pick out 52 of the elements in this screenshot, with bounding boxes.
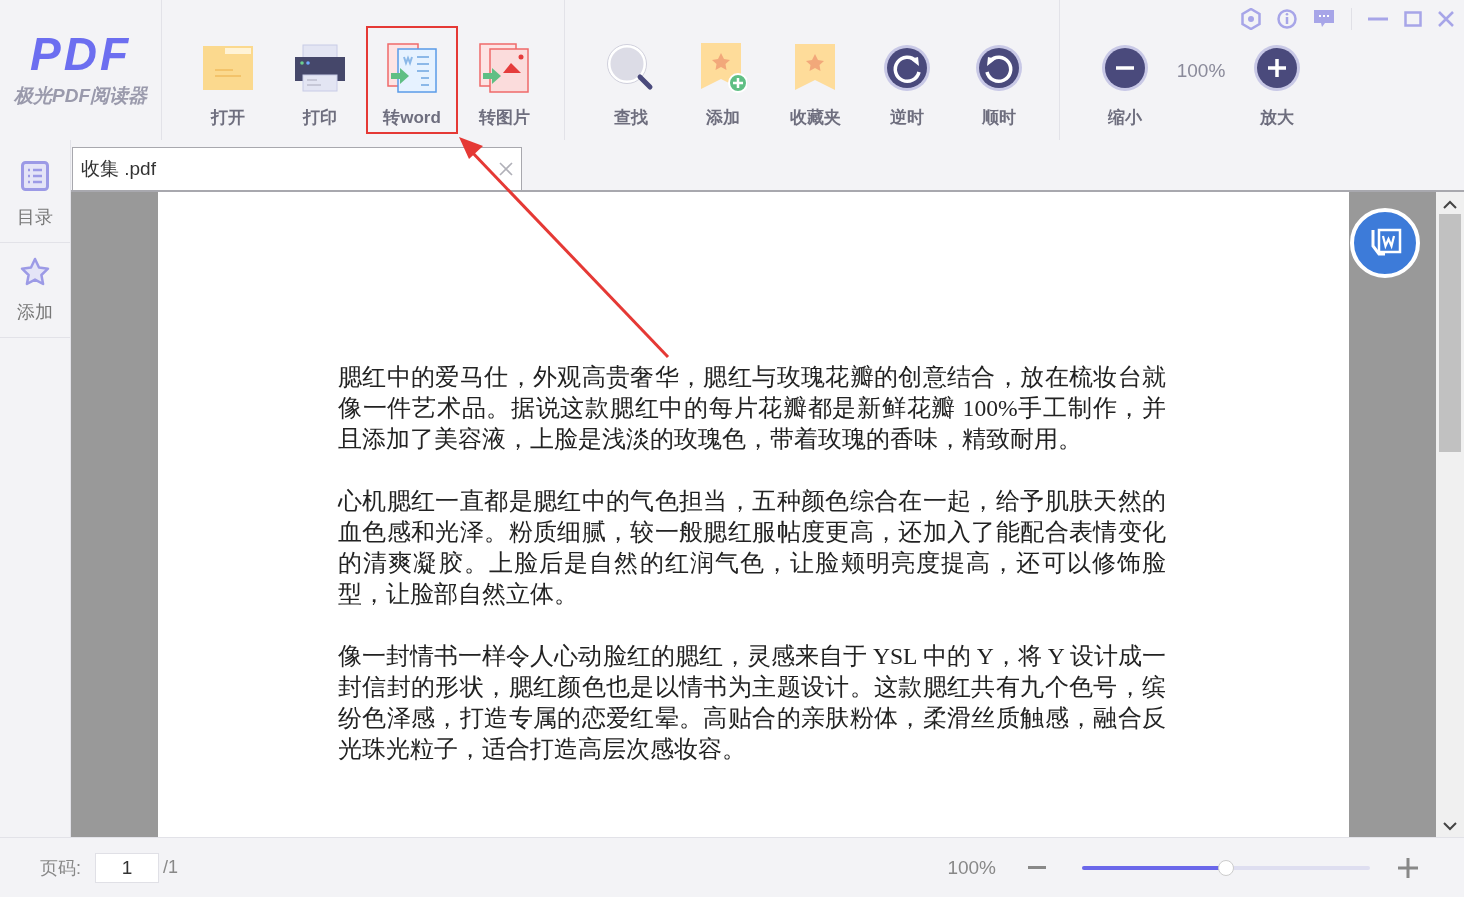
toolbar-button[interactable]: 打印 (274, 26, 366, 134)
document-tab[interactable]: 收集 .pdf (72, 147, 522, 190)
document-convert-icon (387, 43, 437, 93)
scroll-down-icon[interactable] (1443, 821, 1457, 831)
toolbar-button[interactable]: 缩小 (1087, 26, 1163, 134)
plus-icon (1398, 857, 1418, 878)
scrollbar-thumb[interactable] (1439, 214, 1461, 452)
toolbar-button[interactable]: 转图片 (458, 26, 550, 134)
toolbar-button[interactable]: 收藏夹 (769, 26, 861, 134)
search-icon (607, 44, 655, 92)
minus-icon (1028, 866, 1046, 869)
toolbar-button[interactable]: 逆时 (861, 26, 953, 134)
toolbar-button[interactable]: 打开 (182, 26, 274, 134)
close-icon[interactable] (1438, 11, 1454, 27)
slider-thumb[interactable] (1218, 859, 1234, 876)
zoom-level: 100% (947, 856, 996, 879)
sidebar-item[interactable]: 目录 (0, 148, 70, 243)
maximize-icon[interactable] (1404, 11, 1422, 27)
feedback-icon[interactable] (1313, 9, 1335, 29)
bookmark-add-icon (699, 43, 747, 93)
toolbar-button[interactable]: 顺时 (953, 26, 1045, 134)
zoom-out-icon (1101, 44, 1149, 92)
page-input[interactable]: 1 (95, 852, 159, 883)
zoom-in-button[interactable] (1398, 857, 1418, 878)
zoom-in-icon (1253, 44, 1301, 92)
toolbar-button[interactable]: 转word (366, 26, 458, 134)
page-total: /1 (163, 857, 179, 878)
page-label: 页码: (40, 856, 81, 880)
rotate-icon (883, 44, 931, 92)
minimize-icon[interactable] (1368, 17, 1388, 21)
sidebar-item[interactable]: 添加 (0, 243, 70, 338)
star-icon (20, 256, 50, 286)
zoom-level: 100% (1175, 60, 1227, 83)
app-logo: PDF (30, 31, 131, 77)
paragraph: 腮红中的爱马仕，外观高贵奢华，腮红与玫瑰花瓣的创意结合，放在梳妆台就像一件艺术品。据说这款腮红中的每片花瓣都是新鲜花瓣 100%手工制作，并且添加了美容液，上脸是浅淡的玫瑰色，带着玫瑰的香味，精致耐用。 (338, 363, 1166, 454)
app-name: 极光PDF阅读器 (14, 84, 147, 108)
paragraph: 像一封情书一样令人心动脸红的腮红，灵感来自于 YSL 中的 Y，将 Y 设计成一封信封的形状，腮红颜色也是以情书为主题设计。这款腮红共有九个色号，缤纷色泽感，打造专属的恋爱红晕。高贴合的亲肤粉体，柔滑丝质触感，融合反光珠光粒子，适合打造高层次感妆容。 (338, 642, 1166, 764)
bookmark-icon (793, 44, 837, 92)
image-convert-icon (479, 43, 529, 93)
toolbar-button[interactable]: 添加 (677, 26, 769, 134)
printer-icon (295, 43, 345, 93)
info-icon[interactable] (1277, 9, 1297, 29)
settings-icon[interactable] (1241, 8, 1261, 30)
close-icon[interactable] (499, 162, 513, 176)
toolbar-button[interactable]: 放大 (1239, 26, 1315, 134)
scroll-up-icon[interactable] (1443, 200, 1457, 210)
folder-icon (203, 46, 253, 90)
rotate-icon (975, 44, 1023, 92)
list-icon (21, 161, 49, 191)
toolbar-button[interactable]: 查找 (585, 26, 677, 134)
paragraph: 心机腮红一直都是腮红中的气色担当，五种颜色综合在一起，给予肌肤天然的血色感和光泽。粉质细腻，较一般腮红服帖度更高，还加入了能配合表情变化的清爽凝胶。上脸后是自然的红润气色，让脸颊明亮度提高，还可以修饰脸型，让脸部自然立体。 (338, 487, 1166, 609)
tab-title: 收集 .pdf (81, 157, 156, 181)
